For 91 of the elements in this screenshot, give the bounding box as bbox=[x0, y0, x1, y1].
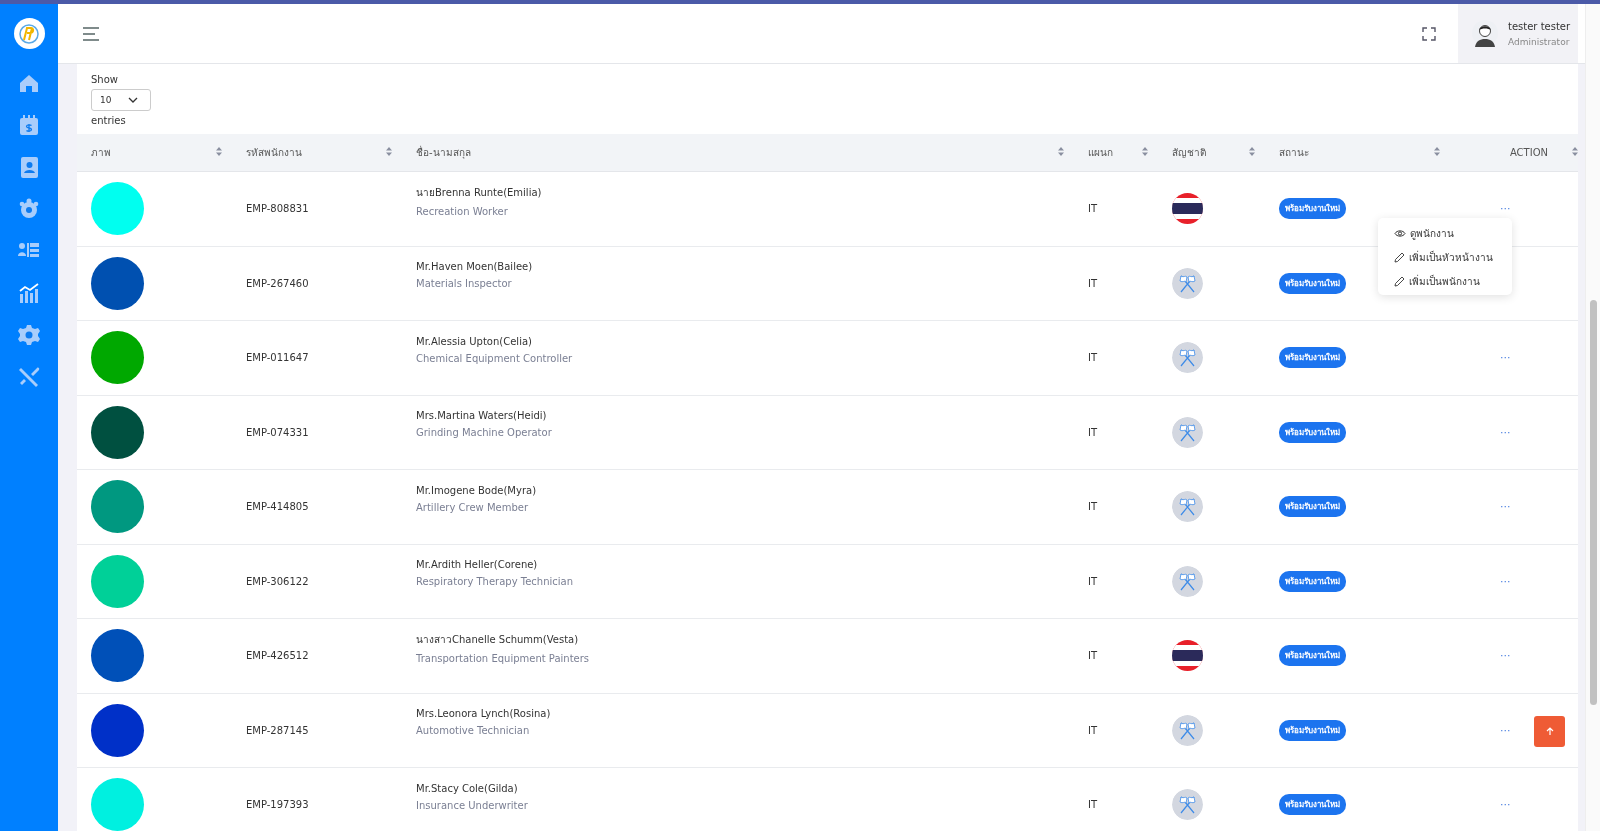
more-button[interactable]: ··· bbox=[1500, 351, 1511, 365]
status-badge: พร้อมรับงานใหม่ bbox=[1279, 570, 1346, 592]
show-label: Show bbox=[91, 74, 118, 85]
status-badge: พร้อมรับงานใหม่ bbox=[1279, 347, 1346, 369]
sort-icon bbox=[1434, 147, 1440, 158]
more-button[interactable]: ··· bbox=[1500, 202, 1511, 216]
employee-position: Respiratory Therapy Technician bbox=[416, 576, 573, 588]
fullscreen-icon[interactable] bbox=[1422, 26, 1436, 41]
sort-icon bbox=[1572, 147, 1578, 158]
department: IT bbox=[1088, 501, 1098, 513]
column-header[interactable]: แผนก bbox=[1074, 134, 1158, 171]
employee-name: Mr.Haven Moen(Bailee) bbox=[416, 261, 533, 273]
tools-icon[interactable] bbox=[17, 365, 41, 389]
employee-position: Artillery Crew Member bbox=[416, 501, 529, 513]
employee-code: EMP-074331 bbox=[246, 426, 309, 438]
status-badge: พร้อมรับงานใหม่ bbox=[1279, 496, 1346, 518]
entries-select[interactable]: 10 bbox=[91, 89, 151, 111]
column-header[interactable]: รหัสพนักงาน bbox=[232, 134, 402, 171]
more-button[interactable]: ··· bbox=[1500, 649, 1511, 663]
calendar-icon[interactable] bbox=[17, 113, 41, 137]
sort-icon bbox=[1142, 147, 1148, 158]
entries-label: entries bbox=[91, 115, 126, 126]
employee-code: EMP-011647 bbox=[246, 352, 309, 364]
department: IT bbox=[1088, 650, 1098, 662]
more-button[interactable]: ··· bbox=[1500, 425, 1511, 439]
more-button[interactable]: ··· bbox=[1500, 798, 1511, 812]
chevron-down-icon bbox=[128, 97, 138, 103]
employee-position: Grinding Machine Operator bbox=[416, 427, 552, 439]
sort-icon bbox=[386, 147, 392, 158]
more-button[interactable]: ··· bbox=[1500, 723, 1511, 737]
employee-code: EMP-414805 bbox=[246, 501, 309, 513]
employee-position: Transportation Equipment Painters bbox=[416, 652, 590, 664]
column-header[interactable]: สถานะ bbox=[1265, 134, 1450, 171]
department: IT bbox=[1088, 203, 1098, 215]
employee-position: Chemical Equipment Controller bbox=[416, 352, 573, 364]
scrollbar-thumb[interactable] bbox=[1590, 300, 1597, 705]
employee-name: นางสาวChanelle Schumm(Vesta) bbox=[416, 632, 579, 647]
user-role: Administrator bbox=[1508, 36, 1571, 47]
menu-item[interactable]: เพิ่มเป็นพนักงาน bbox=[1394, 274, 1512, 289]
more-button[interactable]: ··· bbox=[1500, 574, 1511, 588]
menu-icon[interactable] bbox=[82, 26, 100, 41]
eye-icon bbox=[1394, 229, 1406, 238]
employee-position: Materials Inspector bbox=[416, 278, 512, 290]
logo[interactable] bbox=[13, 18, 45, 49]
column-header[interactable]: สัญชาติ bbox=[1158, 134, 1265, 171]
department: IT bbox=[1088, 575, 1098, 587]
sort-icon bbox=[1249, 147, 1255, 158]
employee-name: Mrs.Martina Waters(Heidi) bbox=[416, 410, 547, 422]
scroll-top-button[interactable] bbox=[1534, 716, 1565, 747]
employee-code: EMP-306122 bbox=[246, 575, 309, 587]
employee-name: Mr.Alessia Upton(Celia) bbox=[416, 335, 532, 347]
status-badge: พร้อมรับงานใหม่ bbox=[1279, 421, 1346, 443]
department: IT bbox=[1088, 724, 1098, 736]
department: IT bbox=[1088, 799, 1098, 811]
sort-icon bbox=[1058, 147, 1064, 158]
employee-code: EMP-267460 bbox=[246, 277, 309, 289]
sort-icon bbox=[216, 147, 222, 158]
employee-name: นายBrenna Runte(Emilia) bbox=[416, 185, 542, 200]
team-gear-icon[interactable] bbox=[17, 197, 41, 221]
department: IT bbox=[1088, 426, 1098, 438]
status-badge: พร้อมรับงานใหม่ bbox=[1279, 645, 1346, 667]
column-header[interactable]: ACTION bbox=[1450, 134, 1578, 171]
settings-icon[interactable] bbox=[17, 323, 41, 347]
column-header[interactable]: ชื่อ-นามสกุล bbox=[402, 134, 1074, 171]
employee-position: Recreation Worker bbox=[416, 205, 508, 217]
employee-code: EMP-426512 bbox=[246, 650, 309, 662]
menu-item[interactable]: เพิ่มเป็นหัวหน้างาน bbox=[1394, 250, 1512, 265]
column-header[interactable]: ภาพ bbox=[77, 134, 232, 171]
arrow-up-icon bbox=[1545, 727, 1554, 736]
employee-code: EMP-808831 bbox=[246, 203, 309, 215]
status-badge: พร้อมรับงานใหม่ bbox=[1279, 719, 1346, 741]
pencil-icon bbox=[1394, 276, 1405, 287]
status-badge: พร้อมรับงานใหม่ bbox=[1279, 198, 1346, 220]
status-badge: พร้อมรับงานใหม่ bbox=[1279, 794, 1346, 816]
employee-position: Automotive Technician bbox=[416, 725, 530, 737]
pencil-icon bbox=[1394, 252, 1405, 263]
employee-position: Insurance Underwriter bbox=[416, 799, 528, 811]
employee-name: Mr.Stacy Cole(Gilda) bbox=[416, 782, 518, 794]
status-badge: พร้อมรับงานใหม่ bbox=[1279, 272, 1346, 294]
chart-icon[interactable] bbox=[17, 281, 41, 305]
employee-code: EMP-197393 bbox=[246, 799, 309, 811]
user-name: tester tester bbox=[1508, 20, 1571, 32]
menu-item[interactable]: ดูพนักงาน bbox=[1394, 226, 1512, 241]
user-panel[interactable]: tester tester Administrator bbox=[1458, 4, 1578, 63]
employee-name: Mr.Imogene Bode(Myra) bbox=[416, 484, 537, 496]
department: IT bbox=[1088, 277, 1098, 289]
more-button[interactable]: ··· bbox=[1500, 500, 1511, 514]
employee-name: Mrs.Leonora Lynch(Rosina) bbox=[416, 708, 551, 720]
employee-code: EMP-287145 bbox=[246, 724, 309, 736]
department: IT bbox=[1088, 352, 1098, 364]
employee-name: Mr.Ardith Heller(Corene) bbox=[416, 559, 538, 571]
